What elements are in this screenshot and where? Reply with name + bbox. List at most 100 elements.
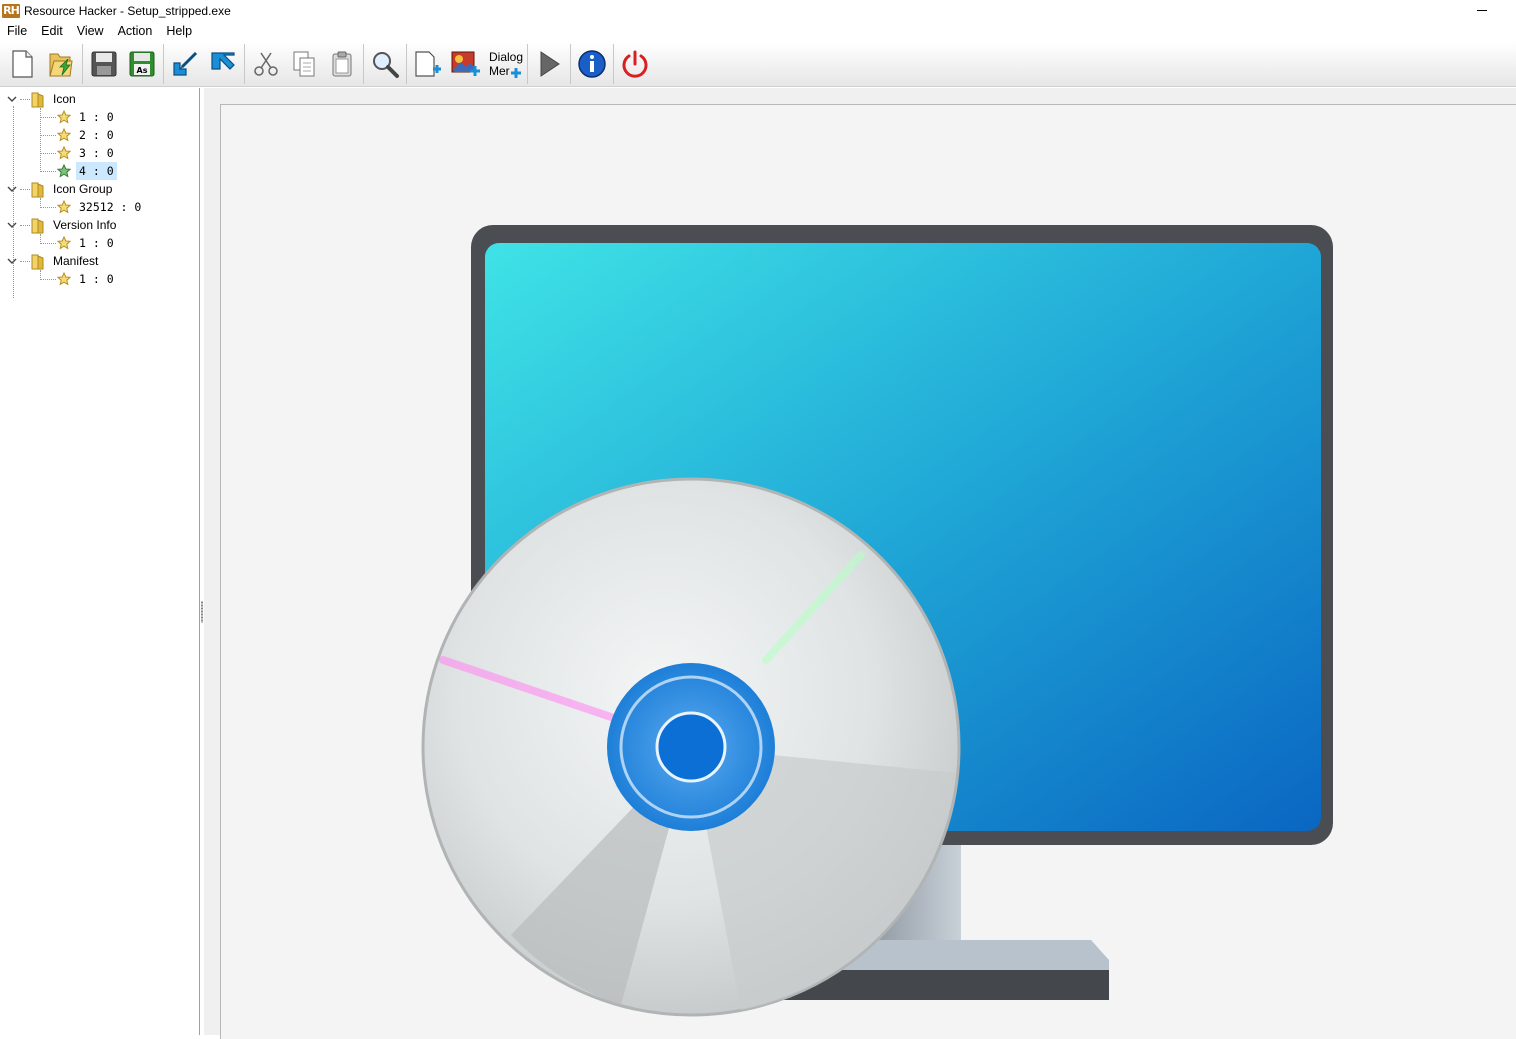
import-button[interactable] [204,45,242,83]
compile-script-button[interactable] [166,45,204,83]
add-image-resource-button[interactable] [447,45,485,83]
menu-view[interactable]: View [70,22,111,42]
tree-item-manifest-1[interactable]: 1 : 0 [56,270,117,288]
toolbar: As Dialog Mer [0,42,1516,87]
copy-button[interactable] [285,45,323,83]
new-file-button[interactable] [4,45,42,83]
tree-item-label: 1 : 0 [79,236,114,250]
open-folder-icon [49,53,73,77]
info-icon [578,50,606,78]
folder-icon [31,182,45,198]
add-blank-resource-button[interactable] [409,45,447,83]
tree-item-label: 4 : 0 [76,162,117,180]
add-image-icon [451,51,480,76]
chevron-down-icon[interactable] [7,94,17,104]
setup-icon-preview [421,225,1333,1017]
resource-tree[interactable]: Icon 1 : 0 2 : 0 3 : 0 4 : 0 Icon Group … [0,88,200,1035]
exit-button[interactable] [616,45,654,83]
scissors-icon [254,52,278,76]
tree-group-label: Icon [53,92,76,106]
icon-preview-canvas [220,104,1516,1039]
tree-group-icon-group[interactable]: Icon Group [7,180,114,198]
play-icon [540,51,560,77]
title-bar: RH Resource Hacker - Setup_stripped.exe [0,0,1516,22]
menu-bar: File Edit View Action Help [0,22,1516,42]
save-disk-icon [91,51,117,77]
svg-text:Mer: Mer [489,64,510,78]
tree-connector [40,117,56,118]
app-logo-icon: RH [2,4,20,18]
save-as-button[interactable]: As [123,45,161,83]
tree-group-manifest[interactable]: Manifest [7,252,100,270]
chevron-down-icon[interactable] [7,184,17,194]
tree-item-label: 1 : 0 [79,272,114,286]
chevron-down-icon[interactable] [7,220,17,230]
copy-icon [293,51,315,77]
tree-connector [40,153,56,154]
star-icon [56,271,72,286]
tree-group-icon[interactable]: Icon [7,90,78,108]
tree-item-label: 1 : 0 [79,110,114,124]
star-icon [56,109,72,124]
tree-group-version-info[interactable]: Version Info [7,216,118,234]
menu-file[interactable]: File [0,22,34,42]
new-file-icon [12,50,33,78]
tree-item-icon-3[interactable]: 3 : 0 [56,144,117,162]
tree-group-label: Version Info [53,218,117,232]
svg-text:As: As [137,66,148,75]
star-icon [56,127,72,142]
cut-button[interactable] [247,45,285,83]
tree-item-label: 3 : 0 [79,146,114,160]
about-button[interactable] [573,45,611,83]
tree-item-icon-group-32512[interactable]: 32512 : 0 [56,198,144,216]
toolbar-separator [406,44,407,84]
tree-item-icon-2[interactable]: 2 : 0 [56,126,117,144]
toolbar-separator [363,44,364,84]
window-title: Resource Hacker - Setup_stripped.exe [24,4,231,18]
tree-connector [40,279,56,280]
tree-connector [40,207,56,208]
folder-icon [31,92,45,108]
star-icon [56,235,72,250]
toolbar-separator [570,44,571,84]
toolbar-separator [163,44,164,84]
clipboard-icon [332,51,352,77]
folder-icon [31,218,45,234]
find-button[interactable] [366,45,404,83]
magnifier-icon [373,52,399,78]
star-icon [56,145,72,160]
run-script-button[interactable] [530,45,568,83]
tree-item-icon-1[interactable]: 1 : 0 [56,108,117,126]
tree-item-label: 32512 : 0 [79,200,142,214]
tree-group-label: Icon Group [53,182,113,196]
svg-text:Dialog: Dialog [489,50,523,64]
star-icon [56,163,72,178]
star-icon [56,199,72,214]
tree-connector [40,135,56,136]
save-as-disk-icon: As [129,51,155,77]
menu-edit[interactable]: Edit [34,22,70,42]
folder-icon [31,254,45,270]
menu-help[interactable]: Help [159,22,199,42]
chevron-down-icon[interactable] [7,256,17,266]
resource-viewer [204,88,1516,1039]
tree-item-icon-4-selected[interactable]: 4 : 0 [56,162,117,180]
tree-connector [40,243,56,244]
save-button[interactable] [85,45,123,83]
paste-button[interactable] [323,45,361,83]
dialog-menu-button[interactable]: Dialog Mer [485,45,525,83]
blue-arrow-up-right-icon [211,52,235,70]
open-file-button[interactable] [42,45,80,83]
tree-item-version-info-1[interactable]: 1 : 0 [56,234,117,252]
tree-group-label: Manifest [53,254,99,268]
add-resource-icon [415,51,441,77]
minimize-button[interactable] [1472,0,1492,20]
tree-item-label: 2 : 0 [79,128,114,142]
power-icon [622,50,648,78]
dialog-menu-icon: Dialog Mer [489,50,523,78]
splitter-grip-icon [201,601,203,623]
blue-arrow-down-left-icon [173,51,198,76]
toolbar-separator [244,44,245,84]
menu-action[interactable]: Action [111,22,160,42]
tree-connector [40,171,56,172]
